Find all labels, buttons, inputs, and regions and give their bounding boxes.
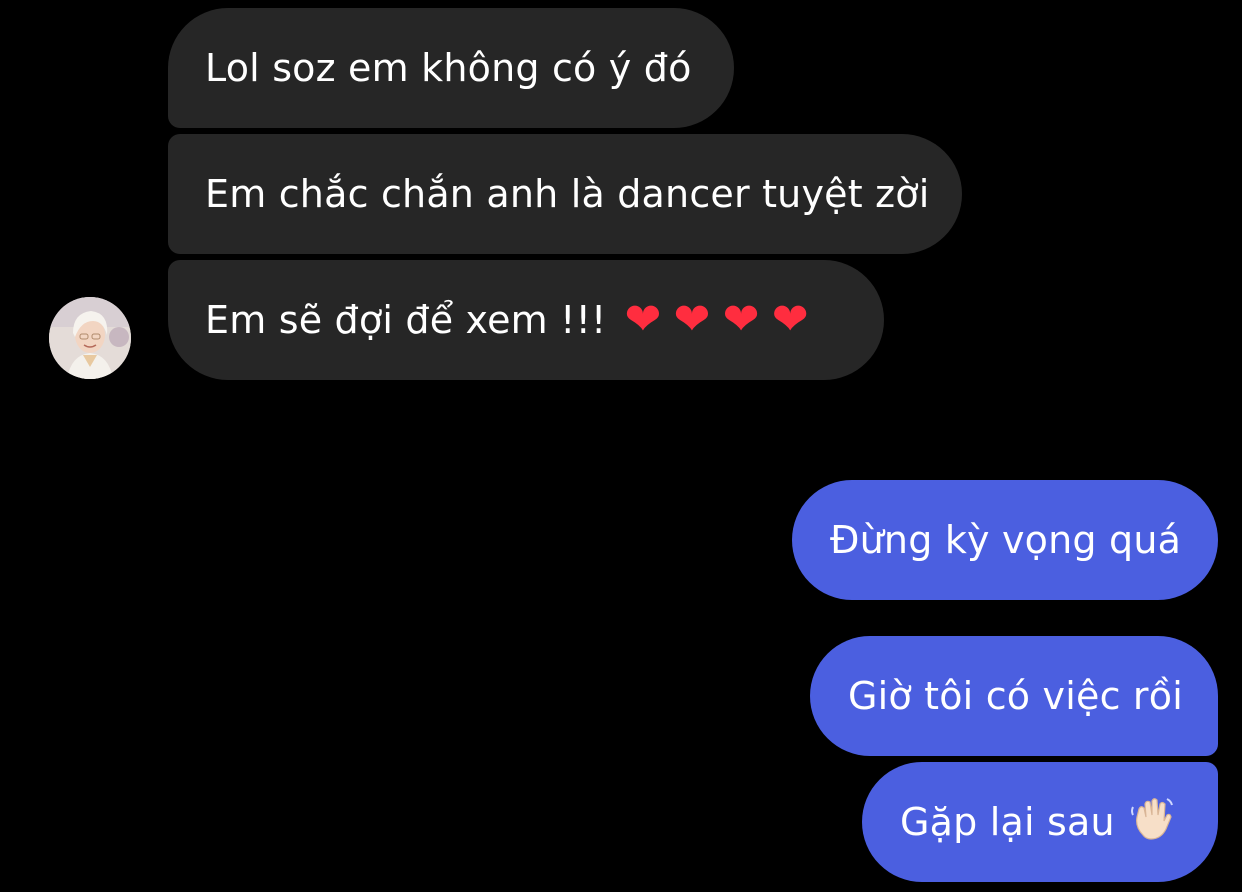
waving-hand-icon [1129, 795, 1175, 849]
message-text: Gặp lại sau [900, 800, 1115, 844]
chat-thread: Lol soz em không có ý đó Em chắc chắn an… [0, 0, 1242, 892]
incoming-message[interactable]: Em sẽ đợi để xem !!! ❤ ❤ ❤ ❤ [168, 260, 884, 380]
incoming-message[interactable]: Em chắc chắn anh là dancer tuyệt zời [168, 134, 962, 254]
incoming-message[interactable]: Lol soz em không có ý đó [168, 8, 734, 128]
outgoing-message[interactable]: Đừng kỳ vọng quá [792, 480, 1218, 600]
outgoing-message[interactable]: Gặp lại sau [862, 762, 1218, 882]
avatar-photo-icon [49, 297, 131, 379]
message-text: Em chắc chắn anh là dancer tuyệt zời [205, 172, 930, 216]
message-text: Lol soz em không có ý đó [205, 46, 692, 90]
avatar[interactable] [49, 297, 131, 379]
message-text: Giờ tôi có việc rồi [848, 674, 1183, 718]
heart-icon: ❤ [624, 294, 662, 345]
heart-icon: ❤ [673, 294, 711, 345]
heart-icon: ❤ [771, 294, 809, 345]
heart-icon: ❤ [722, 294, 760, 345]
message-text: Đừng kỳ vọng quá [830, 518, 1182, 562]
message-text: Em sẽ đợi để xem !!! [205, 298, 607, 342]
outgoing-message[interactable]: Giờ tôi có việc rồi [810, 636, 1218, 756]
